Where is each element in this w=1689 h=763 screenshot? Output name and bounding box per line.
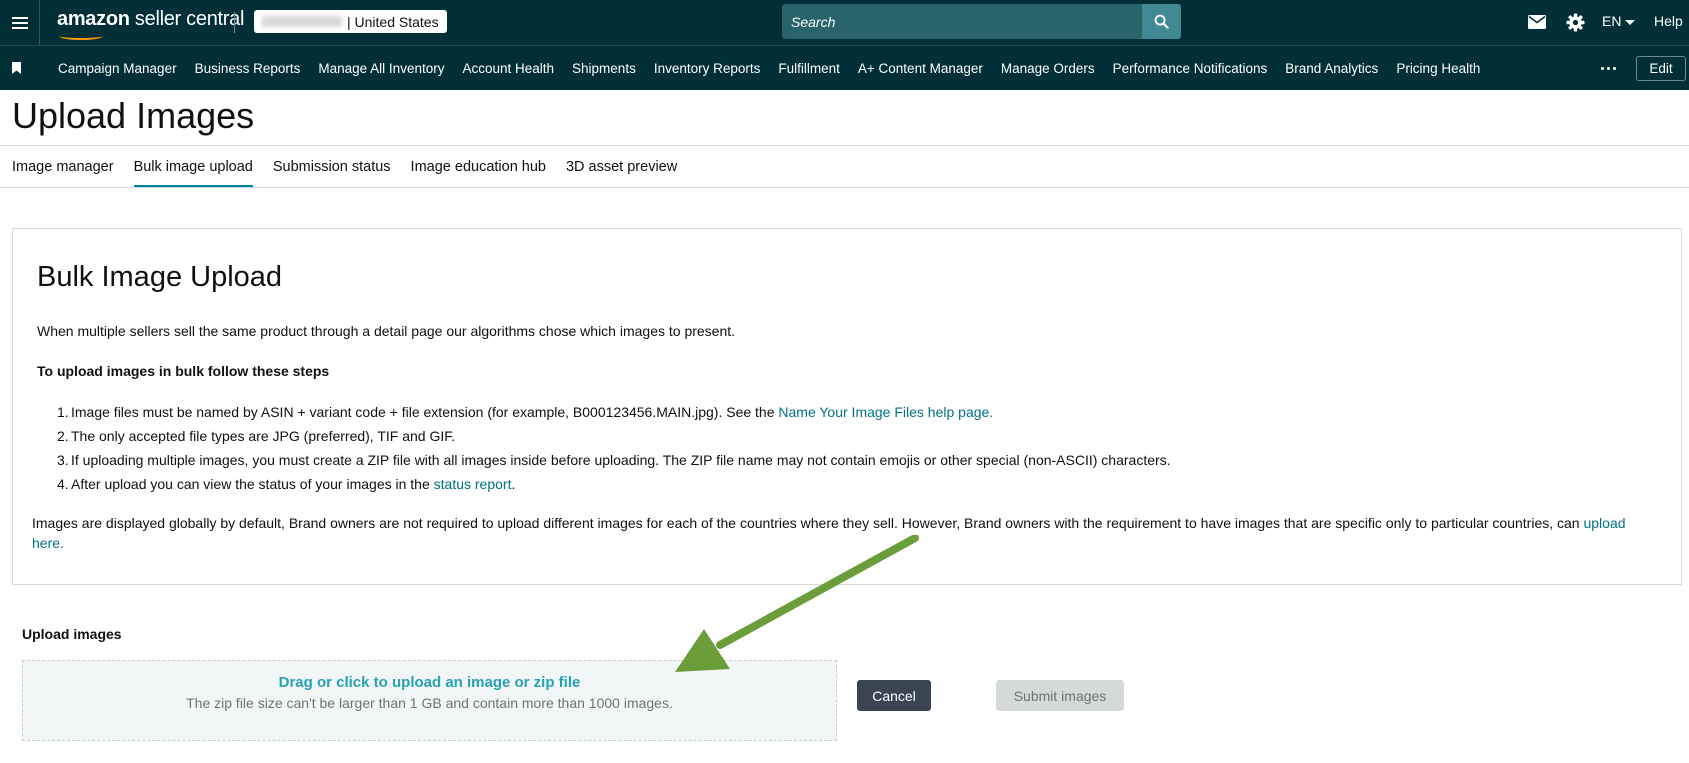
tab-bulk-image-upload[interactable]: Bulk image upload bbox=[133, 146, 253, 187]
amazon-seller-central-logo[interactable]: amazon seller central bbox=[57, 8, 244, 40]
logo-smile bbox=[59, 32, 103, 40]
list-item: 4. After upload you can view the status o… bbox=[57, 476, 516, 492]
nav-item-brand-analytics[interactable]: Brand Analytics bbox=[1285, 61, 1378, 76]
steps-heading: To upload images in bulk follow these st… bbox=[37, 363, 330, 379]
upload-images-label: Upload images bbox=[22, 626, 122, 642]
search-icon bbox=[1154, 14, 1169, 29]
nav-item-a-plus-content-manager[interactable]: A+ Content Manager bbox=[858, 61, 983, 76]
hamburger-icon[interactable] bbox=[0, 0, 40, 45]
gear-icon[interactable] bbox=[1564, 11, 1586, 33]
list-item: 3. If uploading multiple images, you must… bbox=[57, 452, 1171, 468]
annotation-arrow-icon bbox=[675, 535, 919, 672]
store-selector[interactable]: | United States bbox=[254, 10, 447, 33]
store-name-redacted bbox=[262, 16, 342, 27]
help-link[interactable]: Help bbox=[1654, 13, 1683, 29]
edit-nav-button[interactable]: Edit bbox=[1636, 56, 1686, 81]
more-icon[interactable] bbox=[1597, 58, 1619, 78]
nav-item-pricing-health[interactable]: Pricing Health bbox=[1396, 61, 1480, 76]
search-button[interactable] bbox=[1142, 4, 1181, 39]
nav-item-fulfillment[interactable]: Fulfillment bbox=[778, 61, 840, 76]
section-title: Bulk Image Upload bbox=[37, 261, 283, 293]
logo-divider bbox=[234, 12, 235, 33]
mail-icon[interactable] bbox=[1526, 11, 1548, 33]
store-country: | United States bbox=[347, 13, 439, 30]
nav-menu: Campaign Manager Business Reports Manage… bbox=[58, 46, 1498, 91]
nav-item-inventory-reports[interactable]: Inventory Reports bbox=[654, 61, 761, 76]
bulk-upload-info-card: Bulk Image Upload When multiple sellers … bbox=[12, 228, 1682, 585]
page-title: Upload Images bbox=[12, 95, 255, 136]
nav-item-manage-orders[interactable]: Manage Orders bbox=[1001, 61, 1095, 76]
top-bar: amazon seller central | United States Se… bbox=[0, 0, 1689, 45]
name-image-files-help-link[interactable]: Name Your Image Files help page. bbox=[778, 404, 993, 420]
nav-item-shipments[interactable]: Shipments bbox=[572, 61, 636, 76]
status-report-link[interactable]: status report bbox=[434, 476, 512, 492]
tab-image-manager[interactable]: Image manager bbox=[12, 146, 114, 187]
language-selector[interactable]: EN bbox=[1602, 13, 1636, 29]
nav-item-account-health[interactable]: Account Health bbox=[462, 61, 554, 76]
dropzone-hint: The zip file size can't be larger than 1… bbox=[186, 695, 673, 711]
search-input[interactable] bbox=[782, 4, 1142, 39]
intro-text: When multiple sellers sell the same prod… bbox=[37, 323, 736, 339]
bookmark-icon[interactable] bbox=[12, 62, 21, 74]
submit-images-button[interactable]: Submit images bbox=[996, 680, 1124, 711]
tab-image-education-hub[interactable]: Image education hub bbox=[411, 146, 546, 187]
nav-item-business-reports[interactable]: Business Reports bbox=[195, 61, 301, 76]
tab-bar: Image manager Bulk image upload Submissi… bbox=[12, 146, 697, 187]
list-item: 2. The only accepted file types are JPG (… bbox=[57, 428, 456, 444]
steps-list: 1. Image files must be named by ASIN + va… bbox=[57, 403, 1171, 499]
navigation-bar: Campaign Manager Business Reports Manage… bbox=[0, 45, 1689, 90]
chevron-down-icon bbox=[1625, 19, 1636, 25]
tabs-divider bbox=[0, 187, 1689, 188]
nav-item-campaign-manager[interactable]: Campaign Manager bbox=[58, 61, 177, 76]
cancel-button[interactable]: Cancel bbox=[857, 680, 931, 711]
list-item: 1. Image files must be named by ASIN + va… bbox=[57, 404, 994, 420]
tab-submission-status[interactable]: Submission status bbox=[273, 146, 391, 187]
nav-item-performance-notifications[interactable]: Performance Notifications bbox=[1113, 61, 1268, 76]
tab-3d-asset-preview[interactable]: 3D asset preview bbox=[566, 146, 677, 187]
nav-item-manage-all-inventory[interactable]: Manage All Inventory bbox=[318, 61, 444, 76]
